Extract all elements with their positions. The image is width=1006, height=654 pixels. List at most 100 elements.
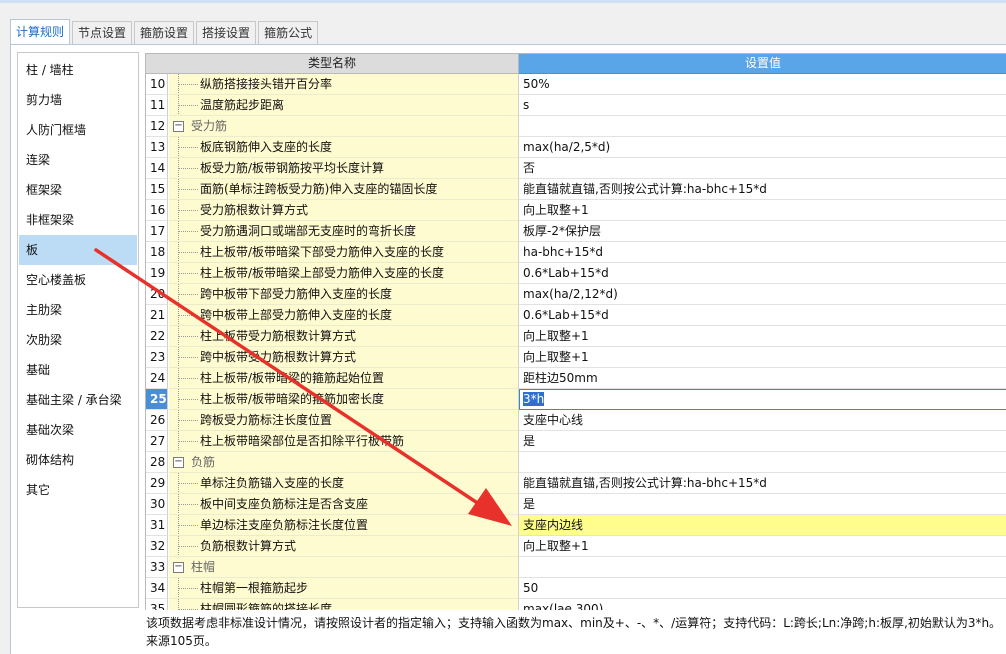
table-row[interactable]: 16 受力筋根数计算方式 向上取整+1	[146, 200, 1006, 221]
table-row[interactable]: 31 单边标注支座负筋标注长度位置 支座内边线	[146, 515, 1006, 536]
value-cell[interactable]: 支座内边线	[519, 515, 1006, 536]
sidebar-item[interactable]: 基础主梁 / 承台梁	[19, 385, 137, 415]
column-header-name[interactable]: 类型名称	[146, 54, 519, 74]
column-header-value[interactable]: 设置值	[519, 54, 1006, 74]
sidebar-item[interactable]: 其它	[19, 475, 137, 505]
value-cell[interactable]: 能直锚就直锚,否则按公式计算:ha-bhc+15*d	[519, 179, 1006, 200]
sidebar-item[interactable]: 框架梁	[19, 175, 137, 205]
table-row[interactable]: 32 负筋根数计算方式 向上取整+1	[146, 536, 1006, 557]
value-cell[interactable]: 支座中心线	[519, 410, 1006, 431]
table-row[interactable]: 35 柱帽圆形箍筋的搭接长度 max(lae,300)	[146, 599, 1006, 610]
type-name-cell: 板底钢筋伸入支座的长度	[169, 137, 519, 158]
group-header-cell[interactable]: − 柱帽	[169, 557, 519, 578]
row-number: 29	[146, 473, 168, 494]
value-cell[interactable]: 是	[519, 431, 1006, 452]
table-row[interactable]: 34 柱帽第一根箍筋起步 50	[146, 578, 1006, 599]
tab-1[interactable]: 节点设置	[72, 21, 133, 45]
value-cell[interactable]: 向上取整+1	[519, 326, 1006, 347]
row-number: 31	[146, 515, 168, 536]
table-row[interactable]: 13 板底钢筋伸入支座的长度 max(ha/2,5*d)	[146, 137, 1006, 158]
table-row[interactable]: 18 柱上板带/板带暗梁下部受力筋伸入支座的长度 ha-bhc+15*d	[146, 242, 1006, 263]
value-cell[interactable]	[519, 116, 1006, 137]
type-name-cell: 跨中板带下部受力筋伸入支座的长度	[169, 284, 519, 305]
value-text: 能直锚就直锚,否则按公式计算:ha-bhc+15*d	[523, 182, 767, 196]
value-cell[interactable]: 否	[519, 158, 1006, 179]
table-row[interactable]: 19 柱上板带/板带暗梁上部受力筋伸入支座的长度 0.6*Lab+15*d	[146, 263, 1006, 284]
value-cell[interactable]: 距柱边50mm	[519, 368, 1006, 389]
table-row[interactable]: 11 温度筋起步距离 s	[146, 95, 1006, 116]
sidebar-item[interactable]: 柱 / 墙柱	[19, 55, 137, 85]
row-number: 12	[146, 116, 168, 137]
value-text: max(lae,300)	[523, 602, 604, 610]
sidebar-item[interactable]: 次肋梁	[19, 325, 137, 355]
table-row[interactable]: 22 柱上板带受力筋根数计算方式 向上取整+1	[146, 326, 1006, 347]
help-text: 该项数据考虑非标准设计情况，请按照设计者的指定输入；支持输入函数为max、min…	[145, 612, 1006, 654]
table-row[interactable]: 25 柱上板带/板带暗梁的箍筋加密长度 3*h	[146, 389, 1006, 410]
table-row[interactable]: 15 面筋(单标注跨板受力筋)伸入支座的锚固长度 能直锚就直锚,否则按公式计算:ha…	[146, 179, 1006, 200]
table-row[interactable]: 27 柱上板带暗梁部位是否扣除平行板带筋 是	[146, 431, 1006, 452]
collapse-icon[interactable]: −	[173, 562, 184, 573]
value-cell[interactable]: max(ha/2,5*d)	[519, 137, 1006, 158]
value-cell[interactable]: 向上取整+1	[519, 347, 1006, 368]
sidebar-item[interactable]: 基础次梁	[19, 415, 137, 445]
value-cell[interactable]: 板厚-2*保护层	[519, 221, 1006, 242]
group-header-cell[interactable]: − 受力筋	[169, 116, 519, 137]
table-row[interactable]: 26 跨板受力筋标注长度位置 支座中心线	[146, 410, 1006, 431]
value-cell[interactable]: 向上取整+1	[519, 536, 1006, 557]
tree-line-icon	[169, 536, 199, 556]
sidebar-item[interactable]: 板	[19, 235, 137, 265]
tree-line-icon	[169, 158, 199, 178]
sidebar-item[interactable]: 人防门框墙	[19, 115, 137, 145]
value-cell[interactable]: ha-bhc+15*d	[519, 242, 1006, 263]
value-cell[interactable]	[519, 557, 1006, 578]
table-row[interactable]: 30 板中间支座负筋标注是否含支座 是	[146, 494, 1006, 515]
sidebar-item[interactable]: 主肋梁	[19, 295, 137, 325]
value-cell[interactable]: max(ha/2,12*d)	[519, 284, 1006, 305]
collapse-icon[interactable]: −	[173, 121, 184, 132]
tree-line-icon	[169, 578, 199, 598]
table-row[interactable]: 24 柱上板带/板带暗梁的箍筋起始位置 距柱边50mm	[146, 368, 1006, 389]
row-number: 20	[146, 284, 168, 305]
value-cell[interactable]: max(lae,300)	[519, 599, 1006, 610]
sidebar-item[interactable]: 基础	[19, 355, 137, 385]
table-row[interactable]: 21 跨中板带上部受力筋伸入支座的长度 0.6*Lab+15*d	[146, 305, 1006, 326]
value-cell[interactable]: 50%	[519, 74, 1006, 95]
table-row[interactable]: 23 跨中板带受力筋根数计算方式 向上取整+1	[146, 347, 1006, 368]
type-name-label: 单边标注支座负筋标注长度位置	[200, 518, 369, 532]
table-row[interactable]: 33− 柱帽	[146, 557, 1006, 578]
table-row[interactable]: 17 受力筋遇洞口或端部无支座时的弯折长度 板厚-2*保护层	[146, 221, 1006, 242]
row-number: 32	[146, 536, 168, 557]
tab-0[interactable]: 计算规则	[10, 19, 71, 45]
value-cell[interactable]: 50	[519, 578, 1006, 599]
table-row[interactable]: 28− 负筋	[146, 452, 1006, 473]
row-number: 28	[146, 452, 168, 473]
tree-line-icon	[169, 347, 199, 367]
collapse-icon[interactable]: −	[173, 457, 184, 468]
tab-3[interactable]: 搭接设置	[196, 21, 257, 45]
row-number: 16	[146, 200, 168, 221]
sidebar-item[interactable]: 砌体结构	[19, 445, 137, 475]
table-row[interactable]: 29 单标注负筋锚入支座的长度 能直锚就直锚,否则按公式计算:ha-bhc+15*d	[146, 473, 1006, 494]
type-name-label: 跨板受力筋标注长度位置	[200, 413, 333, 427]
table-row[interactable]: 12− 受力筋	[146, 116, 1006, 137]
sidebar-item[interactable]: 非框架梁	[19, 205, 137, 235]
value-cell[interactable]: 0.6*Lab+15*d	[519, 305, 1006, 326]
sidebar-item[interactable]: 空心楼盖板	[19, 265, 137, 295]
tab-2[interactable]: 箍筋设置	[134, 21, 195, 45]
group-header-cell[interactable]: − 负筋	[169, 452, 519, 473]
value-cell[interactable]: 向上取整+1	[519, 200, 1006, 221]
sidebar-item[interactable]: 剪力墙	[19, 85, 137, 115]
value-cell[interactable]	[519, 452, 1006, 473]
tab-4[interactable]: 箍筋公式	[258, 21, 319, 45]
table-row[interactable]: 14 板受力筋/板带钢筋按平均长度计算 否	[146, 158, 1006, 179]
value-cell[interactable]: 0.6*Lab+15*d	[519, 263, 1006, 284]
value-cell[interactable]: 是	[519, 494, 1006, 515]
sidebar-item[interactable]: 连梁	[19, 145, 137, 175]
value-edit-field[interactable]: 3*h	[519, 389, 1006, 410]
table-row[interactable]: 20 跨中板带下部受力筋伸入支座的长度 max(ha/2,12*d)	[146, 284, 1006, 305]
table-row[interactable]: 10 纵筋搭接接头错开百分率 50%	[146, 74, 1006, 95]
value-cell[interactable]: 能直锚就直锚,否则按公式计算:ha-bhc+15*d	[519, 473, 1006, 494]
value-text: 是	[523, 434, 536, 448]
value-text: 3*h	[523, 392, 545, 406]
value-cell[interactable]: s	[519, 95, 1006, 116]
